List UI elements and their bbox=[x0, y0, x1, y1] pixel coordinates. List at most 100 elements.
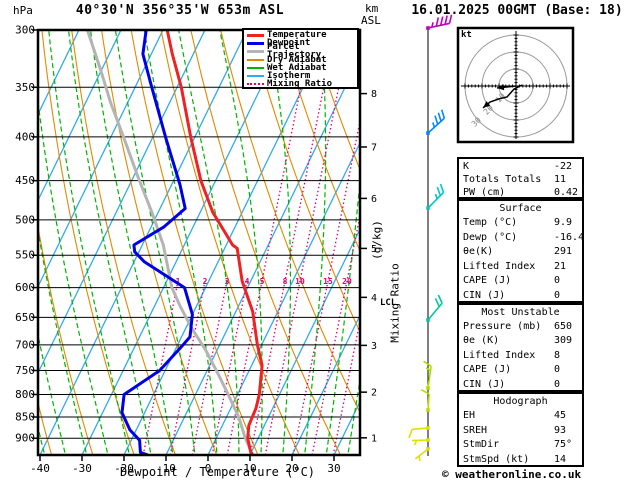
table-row: CAPE (J)0 bbox=[463, 363, 582, 377]
row-value: 21 bbox=[554, 260, 566, 275]
temp-tick-label: -40 bbox=[30, 462, 50, 475]
barb-half bbox=[419, 456, 420, 461]
temp-tick-label: 30 bbox=[327, 462, 340, 475]
table-row: StmSpd (kt)14 bbox=[463, 453, 582, 468]
y-axis-right-unit: (g/kg) bbox=[371, 220, 384, 260]
row-label: Dewp (°C) bbox=[463, 232, 517, 243]
mixing-ratio-label: 4 bbox=[245, 277, 250, 286]
row-label: Lifted Index bbox=[463, 261, 535, 272]
barb-full bbox=[437, 187, 440, 195]
barb-station-dot bbox=[426, 26, 430, 30]
stats-box-title: Hodograph bbox=[463, 395, 582, 409]
stats-box-title: Surface bbox=[463, 202, 582, 216]
row-value: 14 bbox=[554, 453, 566, 468]
row-label: CIN (J) bbox=[463, 379, 505, 390]
row-label: θe (K) bbox=[463, 335, 499, 346]
row-value: 0 bbox=[554, 378, 560, 392]
isotherm-line bbox=[0, 30, 79, 455]
pressure-tick-label: 700 bbox=[15, 338, 35, 351]
stats-box-hodograph-stats: HodographEH 45SREH93StmDir 75°StmSpd (kt)1… bbox=[457, 392, 584, 467]
row-value: -22 bbox=[554, 160, 572, 173]
wind-barb bbox=[426, 295, 442, 322]
hodograph-unit-label: kt bbox=[461, 30, 472, 40]
table-row: PW (cm) 0.42 bbox=[463, 186, 582, 199]
barb-full bbox=[438, 295, 442, 303]
row-value: 309 bbox=[554, 334, 572, 348]
wind-barb bbox=[409, 426, 430, 438]
pressure-tick-label: 500 bbox=[15, 213, 35, 226]
table-row: Totals Totals11 bbox=[463, 173, 582, 186]
run-date-label: 16.01.2025 00GMT (Base: 18) bbox=[404, 3, 629, 18]
legend-item: Mixing Ratio bbox=[247, 80, 357, 88]
barb-full bbox=[435, 298, 439, 306]
legend-swatch-parcel-trajectory bbox=[247, 50, 264, 53]
legend-swatch-isotherm bbox=[247, 75, 264, 77]
barb-full bbox=[436, 17, 438, 26]
row-label: Lifted Index bbox=[463, 350, 535, 361]
pressure-tick-label: 550 bbox=[15, 249, 35, 262]
row-value: 9.9 bbox=[554, 216, 572, 231]
footer-credit: © weatheronline.co.uk bbox=[442, 468, 581, 481]
mixing-ratio-label: 10 bbox=[295, 277, 305, 286]
pressure-tick-label: 600 bbox=[15, 281, 35, 294]
dry-adiabat-line bbox=[0, 30, 12, 462]
mixing-ratio-label: 8 bbox=[283, 277, 288, 286]
row-label: EH bbox=[463, 410, 475, 421]
table-row: θe (K) 309 bbox=[463, 334, 582, 348]
legend-swatch-temperature bbox=[247, 34, 264, 37]
row-value: 75° bbox=[554, 438, 572, 453]
row-label: StmDir bbox=[463, 439, 499, 450]
stats-box-indices: K-22Totals Totals11PW (cm)0.42 bbox=[457, 157, 584, 199]
row-value: 45 bbox=[554, 409, 566, 424]
stats-box-surface: SurfaceTemp (°C)9.9Dewp (°C)-16.4θe(K)29… bbox=[457, 199, 584, 303]
km-tick-label: 2 bbox=[371, 388, 377, 399]
barb-staff bbox=[412, 440, 428, 441]
barb-station-dot bbox=[426, 206, 430, 210]
table-row: CAPE (J)0 bbox=[463, 274, 582, 289]
km-tick-label: 4 bbox=[371, 293, 377, 304]
wind-barb bbox=[412, 438, 430, 445]
mixing-ratio-line bbox=[265, 30, 350, 455]
mixing-ratio-line bbox=[170, 281, 205, 455]
chart-legend: TemperatureDewpointParcel TrajectoryDry … bbox=[242, 28, 359, 89]
row-value: 8 bbox=[554, 349, 560, 363]
pressure-tick-label: 350 bbox=[15, 81, 35, 94]
table-row: θe(K)291 bbox=[463, 245, 582, 260]
barb-station-dot bbox=[426, 386, 430, 390]
row-value: 0 bbox=[554, 274, 560, 289]
row-label: SREH bbox=[463, 425, 487, 436]
barb-staff bbox=[428, 303, 442, 320]
mixing-ratio-label: 25 bbox=[363, 277, 373, 286]
barb-staff bbox=[412, 428, 428, 429]
barb-full bbox=[440, 184, 443, 192]
row-value: -16.4 bbox=[554, 231, 584, 246]
barb-full bbox=[424, 361, 432, 366]
pressure-tick-label: 300 bbox=[15, 24, 35, 37]
mixing-ratio-label: 5 bbox=[260, 277, 265, 286]
legend-label: Mixing Ratio bbox=[267, 80, 332, 88]
wind-barb bbox=[426, 184, 443, 210]
isotherm-line bbox=[82, 30, 289, 455]
pressure-tick-label: 750 bbox=[15, 364, 35, 377]
row-label: PW (cm) bbox=[463, 187, 505, 198]
mixing-ratio-label: 3 bbox=[225, 277, 230, 286]
barb-station-dot bbox=[426, 131, 430, 135]
barb-half bbox=[432, 22, 433, 27]
table-row: SREH93 bbox=[463, 424, 582, 439]
km-tick-label: 6 bbox=[371, 194, 377, 205]
wind-barb bbox=[426, 110, 444, 135]
dry-adiabat-line bbox=[102, 30, 220, 462]
barb-full bbox=[438, 113, 441, 122]
row-value: 0.42 bbox=[554, 186, 578, 199]
table-row: EH 45 bbox=[463, 409, 582, 424]
pressure-tick-label: 800 bbox=[15, 388, 35, 401]
pressure-unit-label: hPa bbox=[13, 4, 33, 17]
dry-adiabat-line bbox=[250, 30, 427, 462]
row-value: 11 bbox=[554, 173, 566, 186]
row-value: 291 bbox=[554, 245, 572, 260]
barb-staff bbox=[428, 394, 429, 410]
row-value: 0 bbox=[554, 289, 560, 304]
chart-title: 40°30'N 356°35'W 653m ASL bbox=[40, 3, 320, 18]
lcl-marker-label: LCL bbox=[380, 298, 396, 308]
barb-full bbox=[409, 429, 412, 437]
